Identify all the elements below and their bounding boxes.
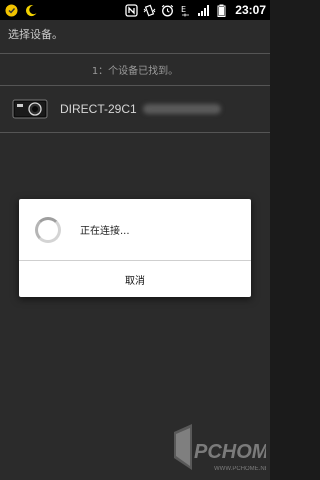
alarm-icon [161, 4, 174, 17]
dialog-message: 正在连接... [80, 226, 130, 237]
battery-icon [215, 4, 228, 17]
page-title: 选择设备。 [8, 28, 63, 41]
svg-text:E: E [181, 5, 186, 14]
svg-text:PCHOME: PCHOME [194, 441, 266, 463]
device-list-item[interactable]: DIRECT-29C1 [0, 86, 270, 132]
header-divider [0, 53, 270, 54]
devices-found-label: 1：个设备已找到。 [91, 66, 179, 77]
data-e-icon: E [179, 4, 192, 17]
moon-icon [25, 4, 38, 17]
loading-spinner-icon [35, 216, 61, 243]
signal-icon [197, 4, 210, 17]
device-divider [0, 132, 270, 133]
android-notification-icon [5, 4, 18, 17]
nfc-icon [125, 3, 138, 17]
svg-text:WWW.PCHOME.NET: WWW.PCHOME.NET [214, 466, 266, 472]
vibrate-icon [143, 4, 156, 17]
redacted-device-id [142, 104, 221, 114]
status-bar: E 23:07 [0, 0, 270, 20]
clock: 23:07 [235, 3, 266, 17]
camera-icon [12, 98, 48, 120]
pchome-logo: PCHOME WWW.PCHOME.NET [174, 424, 266, 472]
device-name: DIRECT-29C1 [60, 102, 137, 116]
cancel-button[interactable]: 取消 [19, 261, 251, 297]
pchome-watermark: PCHOME WWW.PCHOME.NET [170, 418, 266, 476]
connecting-dialog: 正在连接... 取消 [19, 199, 251, 297]
dialog-body: 正在连接... [19, 199, 251, 260]
